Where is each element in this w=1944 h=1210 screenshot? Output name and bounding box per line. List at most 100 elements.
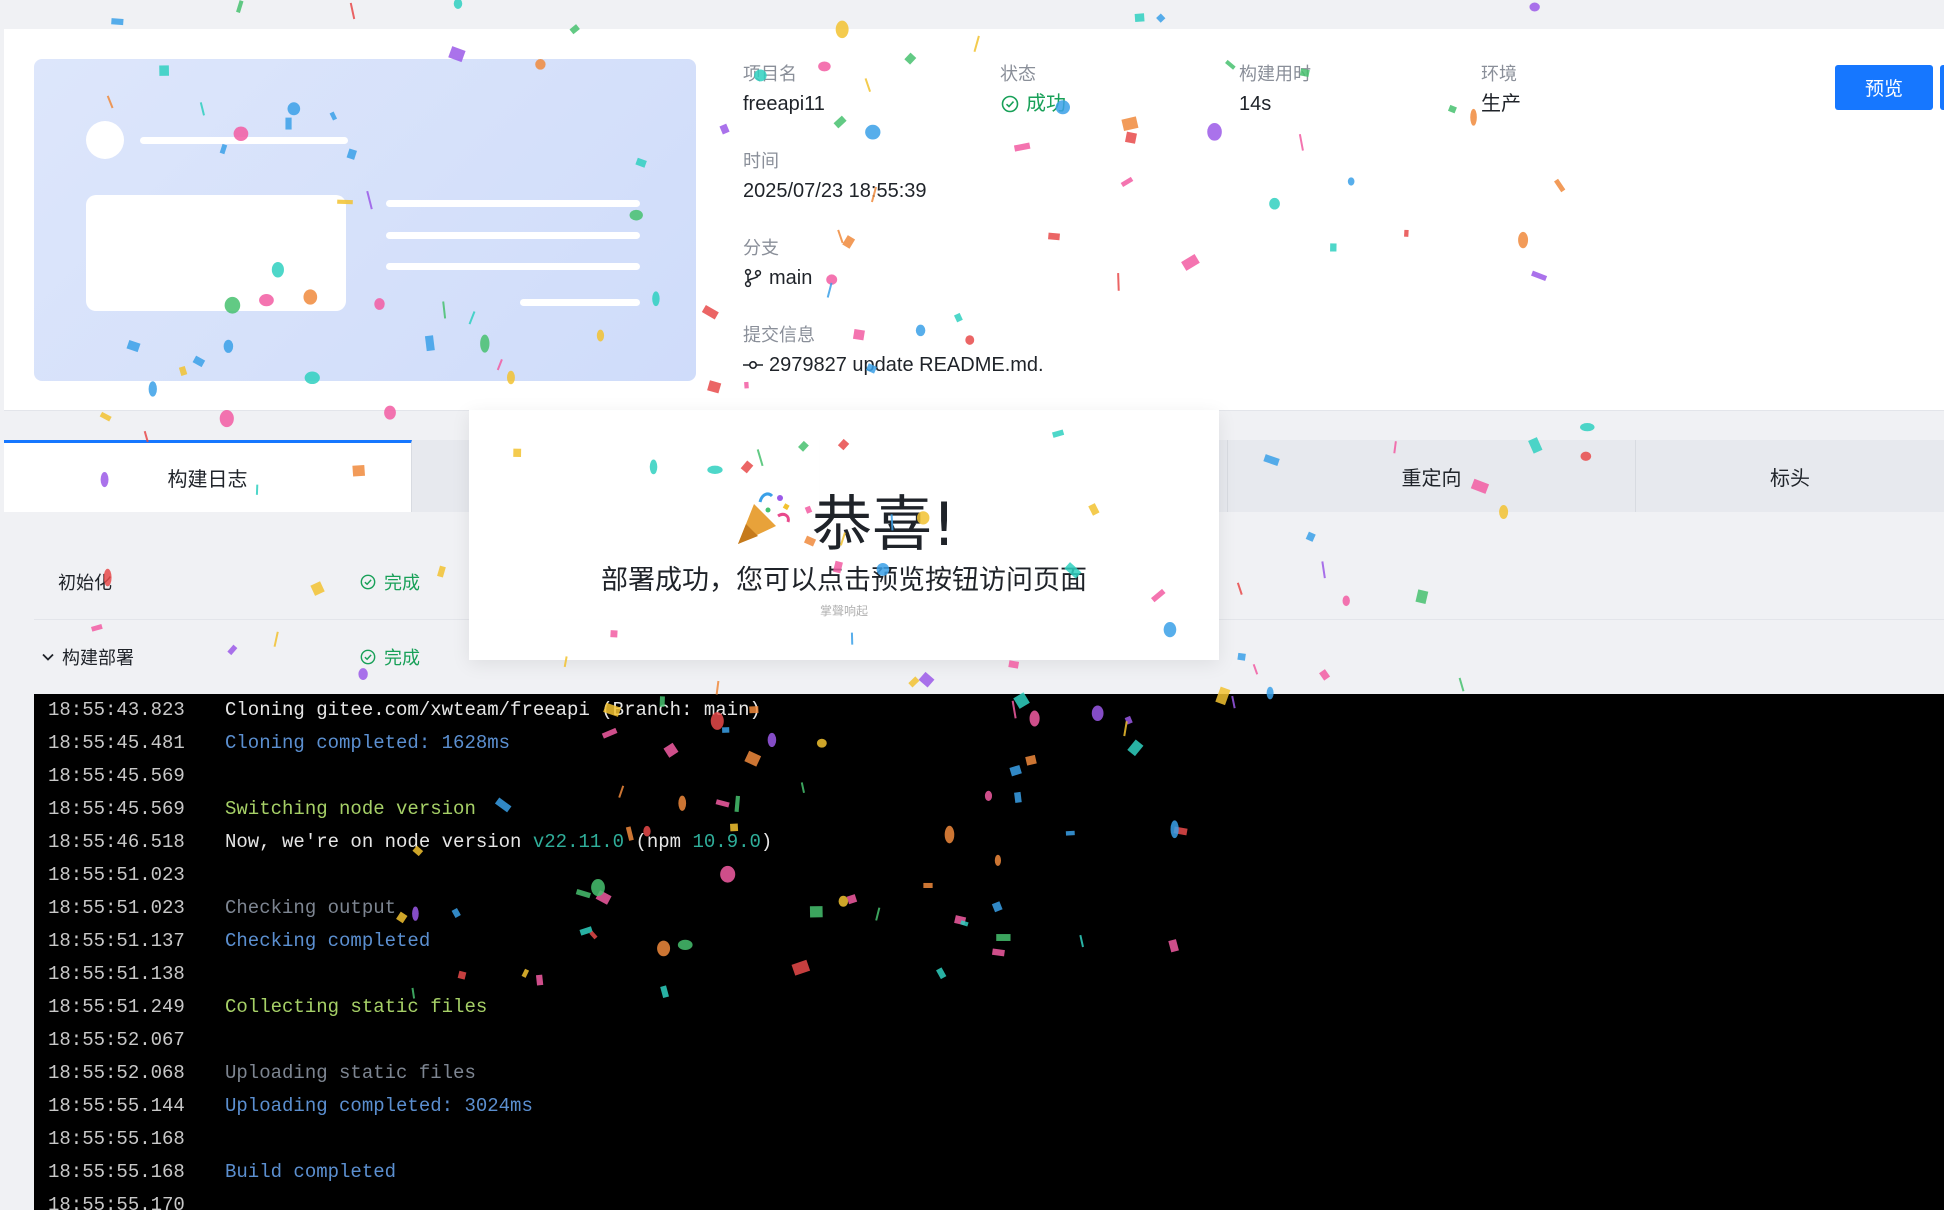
tab-build-log[interactable]: 构建日志 (4, 440, 412, 512)
log-message: Collecting static files (225, 991, 487, 1024)
environment-value: 生产 (1481, 93, 1521, 115)
log-timestamp: 18:55:45.569 (48, 798, 185, 820)
log-segment: ) (760, 831, 773, 853)
log-line: 18:55:52.068 Uploading static files (34, 1057, 1944, 1090)
log-segment: Cloning gitee.com/xwteam/freeapi (Branch… (225, 699, 761, 721)
log-line: 18:55:51.023 Checking output (34, 892, 1944, 925)
log-timestamp: 18:55:51.023 (48, 864, 185, 886)
log-timestamp: 18:55:55.168 (48, 1161, 185, 1183)
more-actions-button[interactable] (1940, 65, 1944, 110)
confetti-piece (1156, 13, 1166, 23)
check-circle-icon (358, 647, 378, 667)
status-text: 成功 (1026, 93, 1066, 115)
commit-text: 2979827 update README.md. (769, 354, 1044, 376)
tab-headers[interactable]: 标头 (1636, 440, 1944, 512)
log-line: 18:55:46.518 Now, we're on node version v… (34, 826, 1944, 859)
log-segment: 10.9.0 (692, 831, 761, 853)
log-message: Checking output (225, 892, 396, 925)
log-line: 18:55:45.569 (34, 760, 1944, 793)
dialog-message: 部署成功，您可以点击预览按钮访问页面 (601, 565, 1087, 596)
log-timestamp: 18:55:52.067 (48, 1029, 185, 1051)
environment-field: 环境 生产 (1481, 63, 1521, 117)
tab-redirects[interactable]: 重定向 (1228, 440, 1636, 512)
step-name-wrap: 构建部署 (38, 644, 134, 670)
status-label: 状态 (1000, 64, 1036, 84)
duration-value: 14s (1239, 93, 1272, 115)
log-line: 18:55:55.144 Uploading completed: 3024ms (34, 1090, 1944, 1123)
log-timestamp: 18:55:51.138 (48, 963, 185, 985)
log-line: 18:55:55.168 (34, 1123, 1944, 1156)
status-field: 状态 成功 (1000, 63, 1066, 117)
branch-value: main (743, 265, 812, 291)
log-message: Now, we're on node version v22.11.0 (npm… (225, 826, 772, 859)
branch-text: main (769, 267, 813, 289)
log-line: 18:55:51.137 Checking completed (34, 925, 1944, 958)
check-circle-icon (358, 572, 378, 592)
commit-field: 提交信息 2979827 update README.md. (743, 324, 1044, 378)
project-name-value: freeapi11 (743, 93, 825, 115)
party-popper-icon (732, 486, 794, 553)
time-field: 时间 2025/07/23 18:55:39 (743, 150, 927, 204)
project-name-field: 项目名 freeapi11 (743, 63, 825, 117)
log-timestamp: 18:55:46.518 (48, 831, 185, 853)
log-message: Cloning gitee.com/xwteam/freeapi (Branch… (225, 694, 761, 727)
status-value: 成功 (1000, 91, 1066, 117)
commit-label: 提交信息 (743, 325, 815, 345)
log-line: 18:55:51.138 (34, 958, 1944, 991)
log-line: 18:55:51.023 (34, 859, 1944, 892)
dialog-title: 恭喜! (469, 476, 1219, 563)
log-timestamp: 18:55:51.249 (48, 996, 185, 1018)
commit-value: 2979827 update README.md. (743, 352, 1044, 378)
log-message: Cloning completed: 1628ms (225, 727, 510, 760)
log-line: 18:55:45.569 Switching node version (34, 793, 1944, 826)
duration-label: 构建用时 (1239, 64, 1311, 84)
confetti-piece (236, 0, 244, 13)
log-timestamp: 18:55:43.823 (48, 699, 185, 721)
log-line: 18:55:43.823 Cloning gitee.com/xwteam/fre… (34, 694, 1944, 727)
thumbnail-avatar-placeholder (86, 121, 124, 159)
log-line: 18:55:51.249 Collecting static files (34, 991, 1944, 1024)
confetti-piece (1529, 2, 1540, 12)
log-line: 18:55:45.481 Cloning completed: 1628ms (34, 727, 1944, 760)
log-segment: Build completed (225, 1161, 397, 1183)
log-segment: Checking completed (225, 930, 431, 952)
duration-field: 构建用时 14s (1239, 63, 1311, 117)
dialog-title-text: 恭喜! (811, 490, 957, 560)
log-line: 18:55:52.067 (34, 1024, 1944, 1057)
time-label: 时间 (743, 151, 779, 171)
branch-field: 分支 main (743, 237, 812, 291)
site-preview-thumbnail[interactable] (34, 59, 696, 381)
check-circle-icon (1000, 94, 1020, 114)
thumbnail-line (520, 299, 640, 306)
log-timestamp: 18:55:45.569 (48, 765, 185, 787)
confetti-piece (111, 18, 124, 26)
git-branch-icon (743, 268, 763, 288)
confetti-piece (1134, 13, 1145, 23)
log-timestamp: 18:55:45.481 (48, 732, 185, 754)
step-name: 初始化 (58, 573, 112, 593)
success-dialog: 恭喜! 部署成功，您可以点击预览按钮访问页面 掌聲响起 (469, 410, 1219, 660)
confetti-piece (99, 411, 112, 422)
git-commit-icon (743, 355, 763, 375)
log-line: 18:55:55.168 Build completed (34, 1156, 1944, 1189)
log-timestamp: 18:55:52.068 (48, 1062, 185, 1084)
dialog-faint-text: 掌聲响起 (819, 604, 868, 618)
log-segment: Now, we're on node version (225, 831, 533, 853)
preview-button[interactable]: 预览 (1835, 65, 1933, 110)
log-message: Switching node version (225, 793, 476, 826)
build-log-console[interactable]: 18:55:43.823 Cloning gitee.com/xwteam/fre… (34, 694, 1944, 1210)
log-timestamp: 18:55:51.023 (48, 897, 185, 919)
log-segment: Switching node version (225, 798, 476, 820)
log-segment: Cloning completed: 1628ms (225, 732, 511, 754)
confetti-piece (1580, 422, 1595, 432)
log-timestamp: 18:55:55.144 (48, 1095, 185, 1117)
chevron-down-icon[interactable] (38, 647, 58, 667)
log-message: Uploading static files (225, 1057, 476, 1090)
log-message: Uploading completed: 3024ms (225, 1090, 533, 1123)
thumbnail-line (386, 200, 640, 207)
log-timestamp: 18:55:51.137 (48, 930, 185, 952)
confetti-piece (453, 0, 463, 9)
thumbnail-line (386, 232, 640, 239)
log-message: Build completed (225, 1156, 396, 1189)
log-line: 18:55:55.170 (34, 1189, 1944, 1210)
